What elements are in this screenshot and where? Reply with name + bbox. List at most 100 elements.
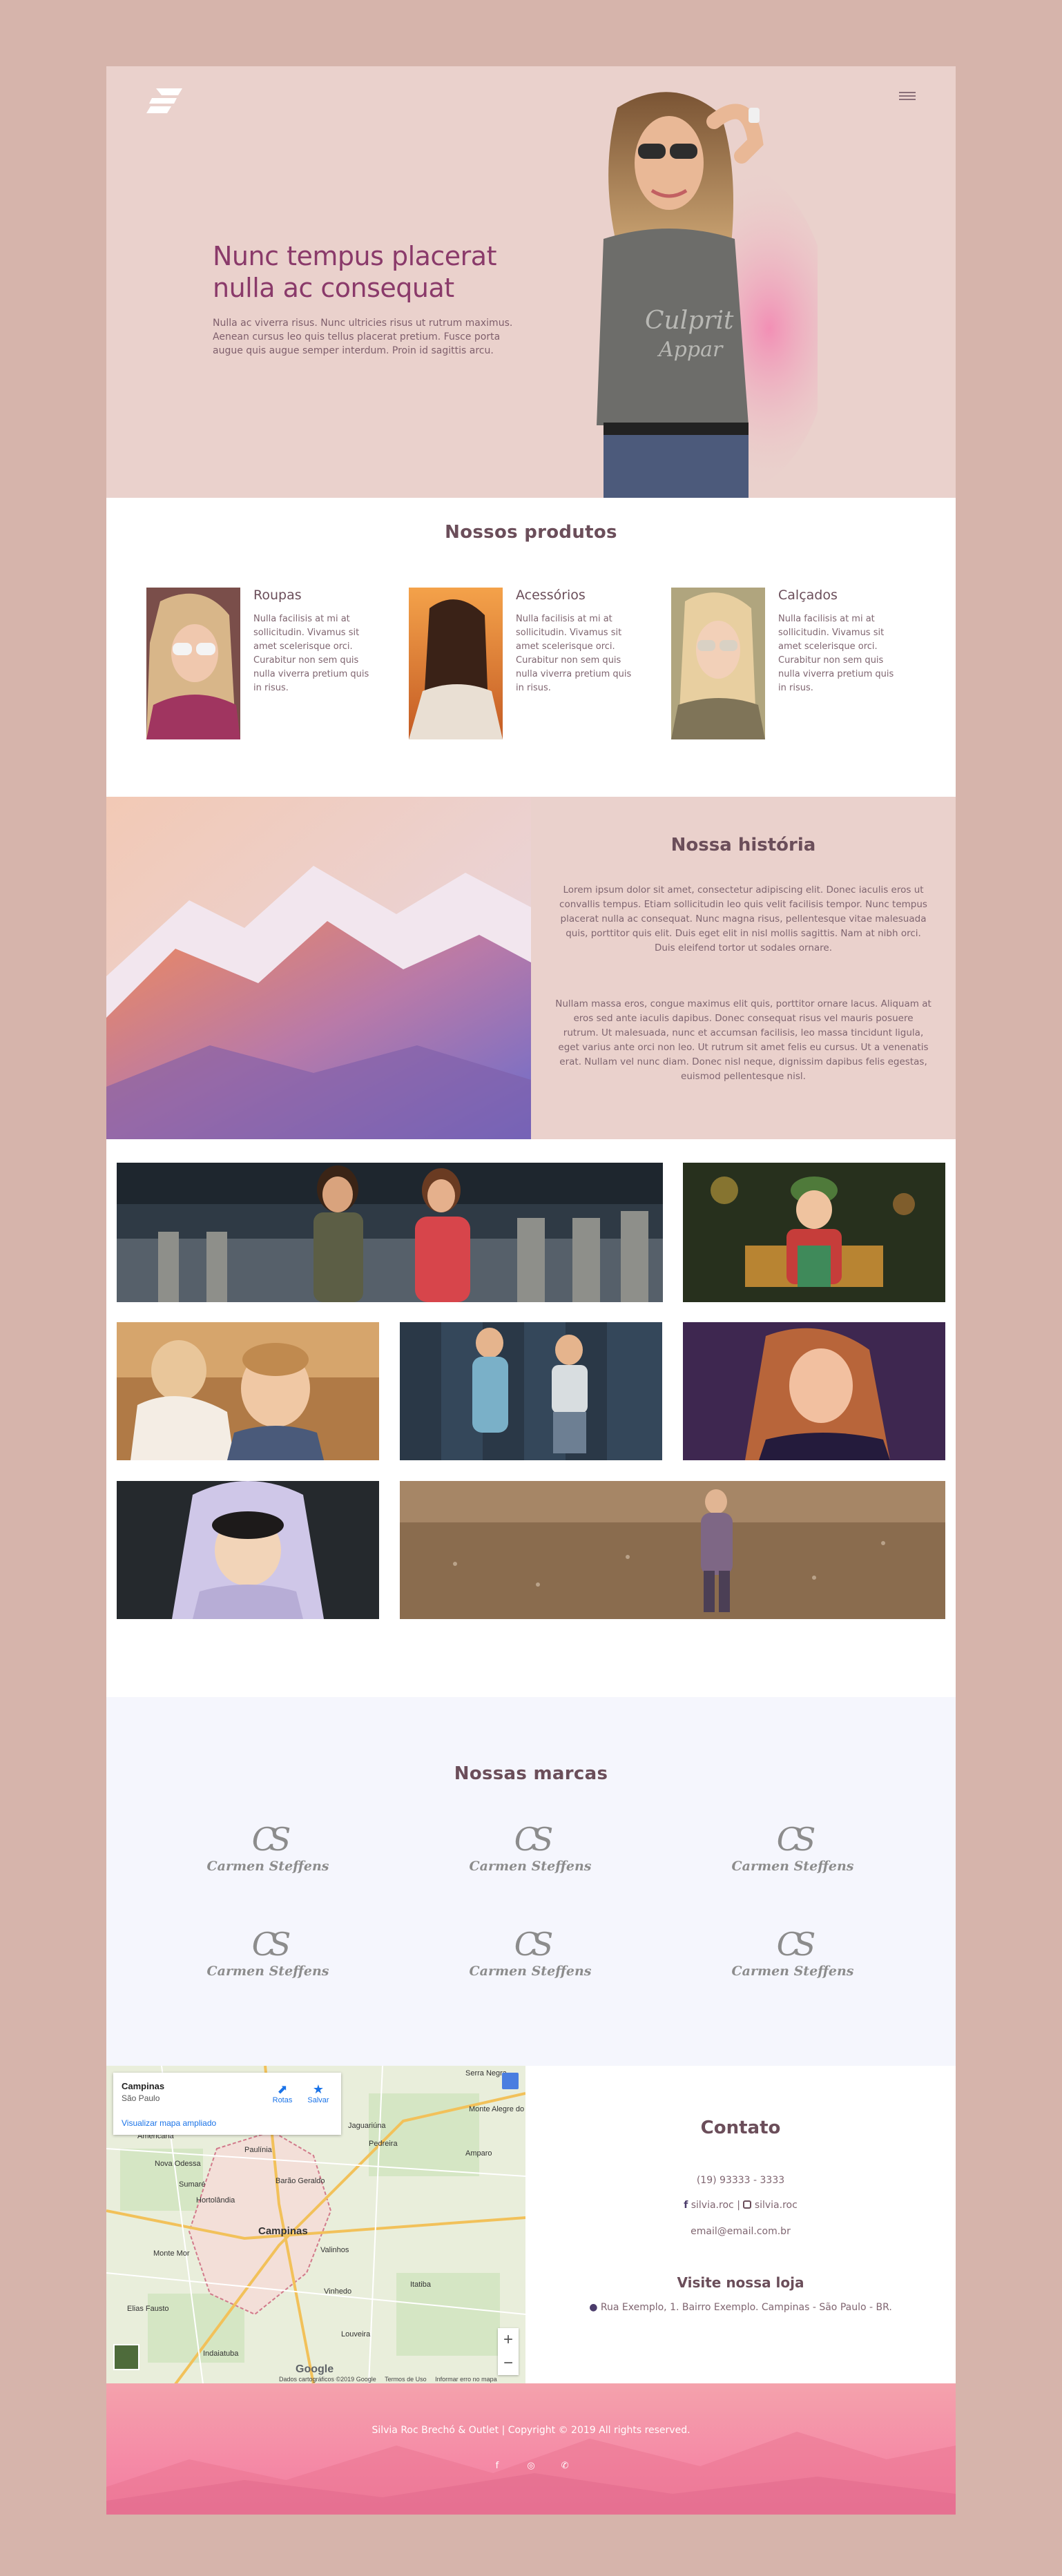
- view-larger-map-link[interactable]: Visualizar mapa ampliado: [122, 2118, 216, 2128]
- map-label: Elias Fausto: [127, 2305, 169, 2313]
- history-title: Nossa história: [670, 835, 816, 855]
- map-label: Pedreira: [369, 2140, 398, 2148]
- history-paragraph-2: Nullam massa eros, congue maximus elit q…: [555, 998, 931, 1082]
- contact-phone[interactable]: (19) 93333 - 3333: [525, 2175, 956, 2186]
- brand-monogram: CS: [514, 1926, 554, 1963]
- brand-name: Carmen Steffens: [206, 1964, 329, 1979]
- brand-monogram: CS: [776, 1926, 816, 1963]
- map-terms-link[interactable]: Termos de Uso: [385, 2376, 427, 2383]
- contact-social: f silvia.roc | silvia.roc: [525, 2200, 956, 2211]
- whatsapp-icon[interactable]: ✆: [557, 2461, 573, 2471]
- contact-title: Contato: [700, 2118, 781, 2138]
- product-name: Calçados: [778, 588, 838, 603]
- product-desc: Nulla facilisis at mi at sollicitudin. V…: [253, 614, 369, 693]
- map-label: Jaguariúna: [348, 2122, 386, 2130]
- facebook-link[interactable]: silvia.roc: [691, 2200, 734, 2211]
- brand-logo[interactable]: CS Carmen Steffens: [461, 1926, 599, 1988]
- map-label: Itatiba: [410, 2280, 432, 2289]
- products-title: Nossos produtos: [445, 522, 617, 543]
- brand-logo[interactable]: CS Carmen Steffens: [461, 1821, 599, 1883]
- google-logo: Google: [296, 2363, 334, 2375]
- map-info-card: Campinas São Paulo ⬈ Rotas ★ Salvar Visual…: [113, 2073, 341, 2135]
- svg-text:Culprit: Culprit: [645, 307, 734, 335]
- product-card[interactable]: Calçados Nulla facilisis at mi at sollic…: [671, 588, 899, 753]
- hamburger-icon[interactable]: [899, 90, 916, 104]
- product-desc: Nulla facilisis at mi at sollicitudin. V…: [778, 614, 894, 693]
- gallery-image-kids-door[interactable]: [400, 1322, 662, 1460]
- product-image-calcados: [671, 588, 765, 739]
- separator: |: [737, 2200, 740, 2211]
- gallery-image-boy-girl[interactable]: [117, 1322, 379, 1460]
- footer-social: f ◎ ✆: [106, 2458, 956, 2471]
- brands-title: Nossas marcas: [454, 1763, 608, 1784]
- map-label: Indaiatuba: [203, 2350, 239, 2358]
- facebook-icon[interactable]: f: [489, 2461, 505, 2471]
- contact-email[interactable]: email@email.com.br: [525, 2226, 956, 2237]
- brand-monogram: CS: [776, 1821, 816, 1858]
- footer-background-image: [106, 2432, 956, 2515]
- map-label: Monte Alegre do Sul: [469, 2105, 525, 2113]
- store-address: ● Rua Exemplo, 1. Bairro Exemplo. Campin…: [525, 2302, 956, 2313]
- map-report-link[interactable]: Informar erro no mapa: [435, 2376, 497, 2383]
- zoom-out-button[interactable]: −: [498, 2352, 519, 2375]
- brand-monogram: CS: [251, 1926, 291, 1963]
- product-image-roupas: [146, 588, 240, 739]
- product-card[interactable]: Acessórios Nulla facilisis at mi at soll…: [409, 588, 637, 753]
- product-card[interactable]: Roupas Nulla facilisis at mi at sollicit…: [146, 588, 374, 753]
- visit-title: Visite nossa loja: [677, 2274, 804, 2291]
- svg-text:Appar: Appar: [657, 338, 724, 362]
- directions-icon: ⬈: [277, 2082, 288, 2096]
- history-paragraph-1: Lorem ipsum dolor sit amet, consectetur …: [559, 884, 927, 953]
- map-label: Vinhedo: [324, 2287, 351, 2296]
- gallery-image-girl-hood[interactable]: [117, 1481, 379, 1619]
- gallery-image-girl-purple[interactable]: [683, 1322, 945, 1460]
- map-label: Barão Geraldo: [276, 2177, 325, 2185]
- map-label: Sumaré: [179, 2180, 206, 2189]
- brand-name: Carmen Steffens: [731, 1964, 854, 1979]
- satellite-toggle[interactable]: [113, 2344, 139, 2370]
- map-label: Serra Negra: [465, 2069, 508, 2078]
- brand-logo[interactable]: CS Carmen Steffens: [724, 1821, 862, 1883]
- brand-name: Carmen Steffens: [469, 1964, 592, 1979]
- instagram-icon[interactable]: ◎: [523, 2461, 539, 2471]
- brand-monogram: CS: [514, 1821, 554, 1858]
- product-image-acessorios: [409, 588, 503, 739]
- product-desc: Nulla facilisis at mi at sollicitudin. V…: [516, 614, 632, 693]
- instagram-link[interactable]: silvia.roc: [755, 2200, 798, 2211]
- contact-section: Contato (19) 93333 - 3333 f silvia.roc |…: [525, 2066, 956, 2384]
- map-label: Monte Mor: [153, 2249, 190, 2258]
- map-place-name: Campinas: [122, 2081, 165, 2091]
- zoom-in-button[interactable]: +: [498, 2328, 519, 2352]
- brand-monogram: CS: [251, 1821, 291, 1858]
- brand-logo[interactable]: CS Carmen Steffens: [724, 1926, 862, 1988]
- brands-section: Nossas marcas CS Carmen Steffens CS Carm…: [106, 1697, 956, 2066]
- save-button[interactable]: ★ Salvar: [301, 2082, 336, 2104]
- hero-title: Nunc tempus placerat nulla ac consequat: [213, 241, 497, 303]
- map-pin-icon: ●: [589, 2302, 598, 2313]
- brand-logo[interactable]: CS Carmen Steffens: [199, 1926, 337, 1988]
- map-data-credit: Dados cartográficos ©2019 Google: [279, 2376, 376, 2383]
- street-view-pegman-icon[interactable]: [502, 2073, 519, 2089]
- map-label: Campinas: [258, 2225, 308, 2237]
- hero-model-image: Culprit Appar: [597, 92, 818, 498]
- gallery-image-child-field[interactable]: [400, 1481, 945, 1619]
- map-place-region: São Paulo: [122, 2093, 160, 2103]
- directions-button[interactable]: ⬈ Rotas: [265, 2082, 300, 2104]
- map-label: Nova Odessa: [155, 2160, 202, 2168]
- gallery-section: [106, 1139, 956, 1697]
- map-label: Hortolândia: [196, 2196, 235, 2205]
- history-section: Nossa história Lorem ipsum dolor sit ame…: [106, 797, 956, 1139]
- map-label: Paulínia: [244, 2146, 273, 2154]
- gallery-image-kids-bridge[interactable]: [117, 1163, 663, 1302]
- facebook-icon: f: [684, 2200, 688, 2211]
- instagram-icon: [743, 2200, 752, 2209]
- map-label: Louveira: [341, 2330, 371, 2338]
- map-embed[interactable]: Campinas Sumaré Hortolândia Nova Odessa …: [106, 2066, 525, 2384]
- zoom-controls: + −: [498, 2328, 519, 2375]
- address-text: Rua Exemplo, 1. Bairro Exemplo. Campinas…: [600, 2302, 892, 2313]
- logo-icon[interactable]: [146, 86, 186, 116]
- brand-logo[interactable]: CS Carmen Steffens: [199, 1821, 337, 1883]
- map-label: Amparo: [465, 2149, 492, 2158]
- brand-name: Carmen Steffens: [206, 1859, 329, 1874]
- gallery-image-doll[interactable]: [683, 1163, 945, 1302]
